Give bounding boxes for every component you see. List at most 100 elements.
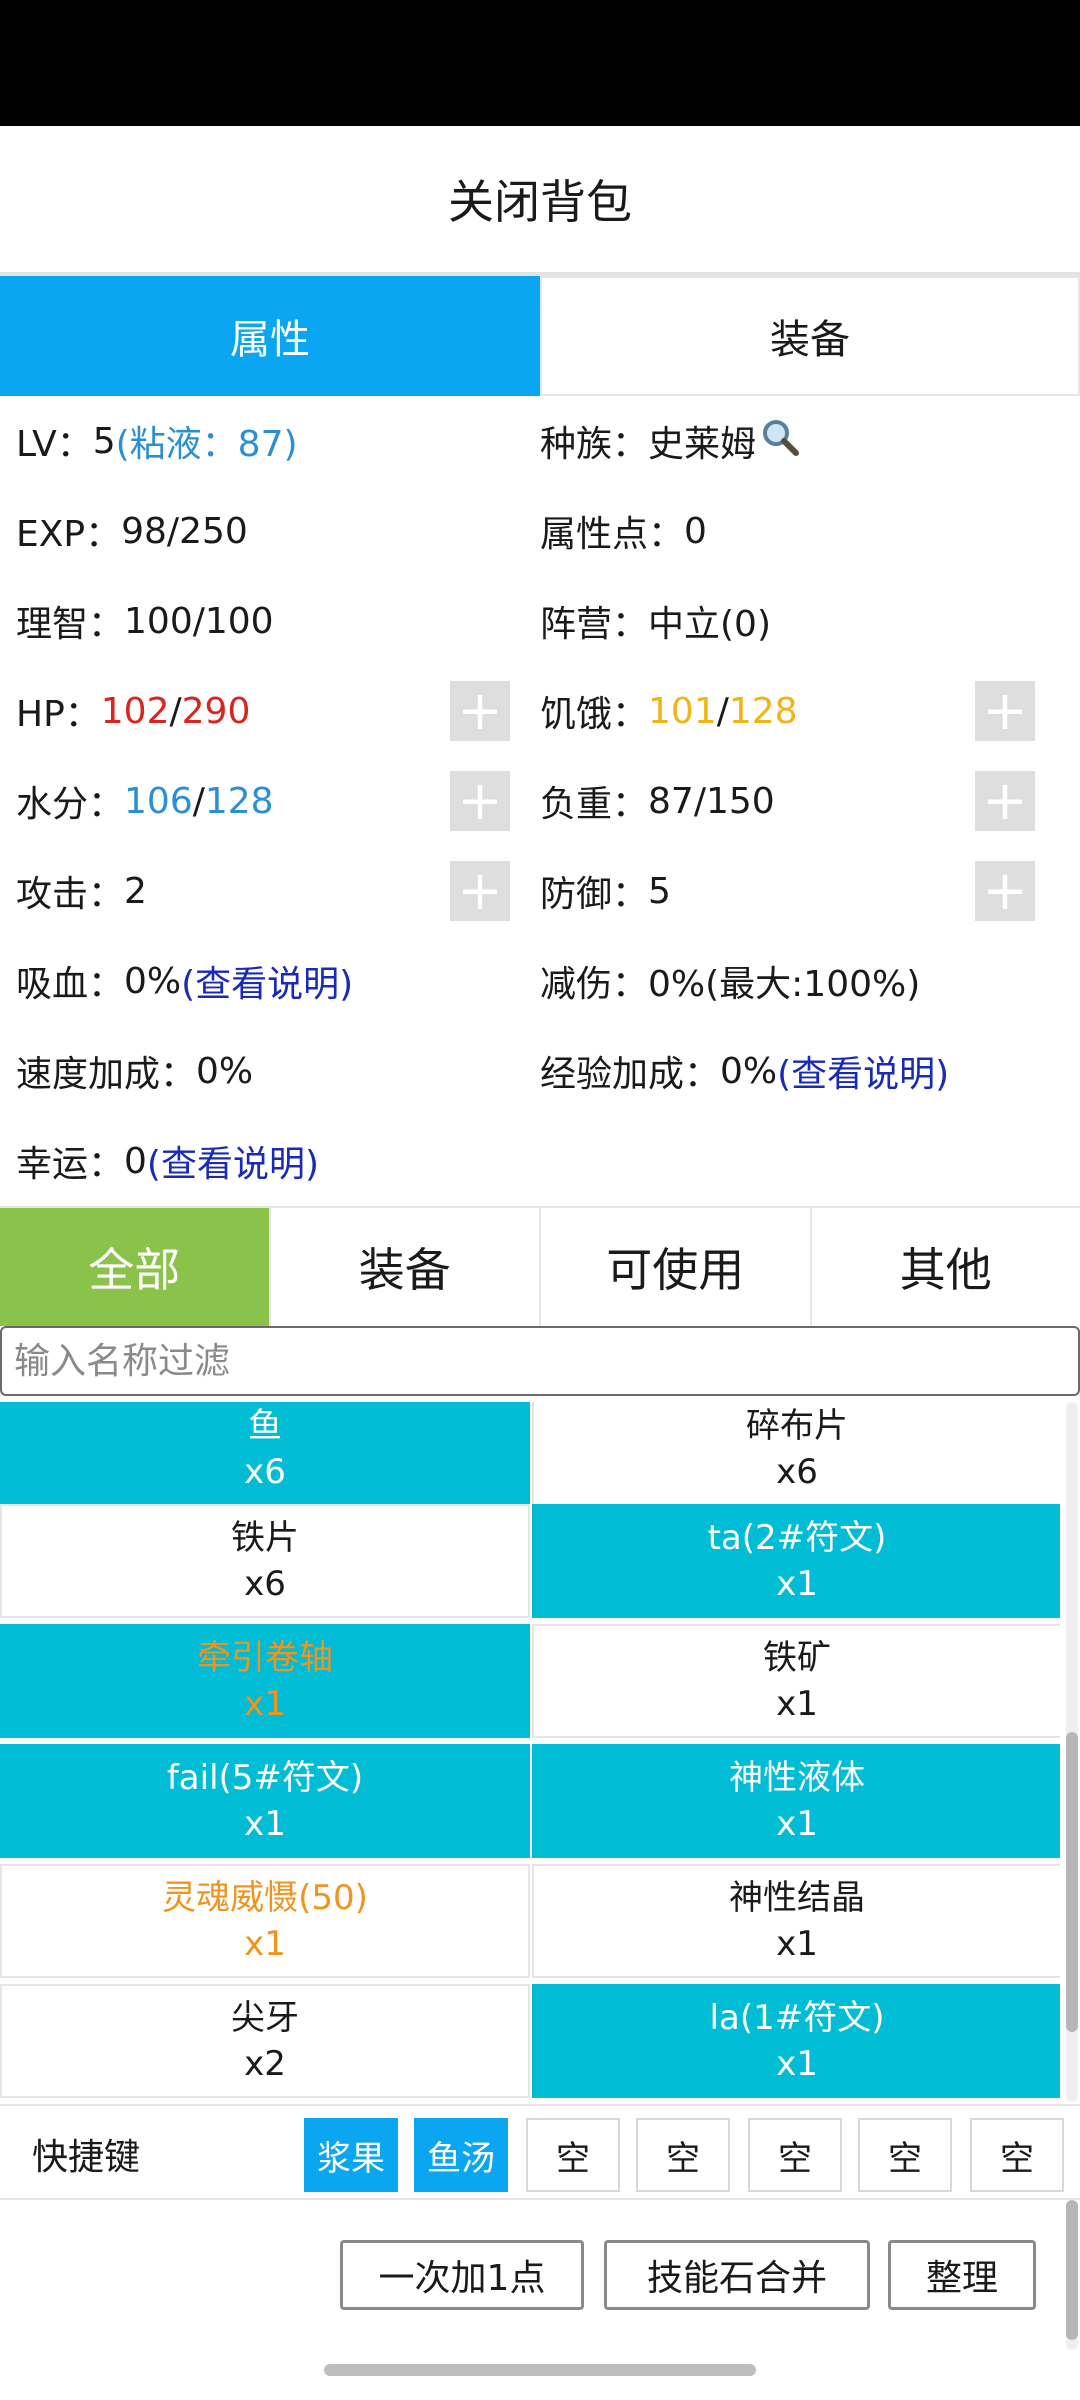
add-one-point-button[interactable]: 一次加1点 <box>340 2240 584 2310</box>
item-name: ta(2#符文) <box>707 1518 887 1558</box>
item-count: x1 <box>776 2044 818 2084</box>
add-defense-button[interactable]: + <box>975 861 1035 921</box>
item-cell[interactable]: 碎布片 x6 <box>532 1402 1060 1506</box>
scroll-thumb[interactable] <box>1066 2200 1078 2340</box>
add-load-button[interactable]: + <box>975 771 1035 831</box>
magnifier-icon[interactable] <box>760 417 800 466</box>
tab-attributes[interactable]: 属性 <box>0 276 540 396</box>
item-cell[interactable]: 神性结晶 x1 <box>532 1864 1060 1978</box>
item-cell[interactable]: 铁矿 x1 <box>532 1624 1060 1738</box>
close-bag-button[interactable]: 关闭背包 <box>0 126 1080 272</box>
item-name: 尖牙 <box>231 1998 299 2038</box>
item-cell[interactable]: 尖牙 x2 <box>0 1984 530 2098</box>
merge-skill-stone-button[interactable]: 技能石合并 <box>604 2240 870 2310</box>
item-name: fail(5#符文) <box>166 1758 364 1798</box>
exp-bonus-help-link[interactable]: (查看说明) <box>777 1045 949 1097</box>
stat-level: LV： 5 (粘液：87) <box>16 396 536 486</box>
tab-usable-label: 可使用 <box>606 1243 745 1297</box>
shortcut-label: 快捷键 <box>32 2137 141 2178</box>
add-hp-button[interactable]: + <box>450 681 510 741</box>
scroll-thumb[interactable] <box>1066 1732 1078 2032</box>
stat-damage-reduction: 减伤： 0%(最大:100%) <box>540 936 1060 1026</box>
tab-all[interactable]: 全部 <box>0 1208 271 1326</box>
shortcut-slot[interactable]: 空 <box>636 2118 730 2192</box>
stat-lifesteal: 吸血： 0% (查看说明) <box>16 936 536 1026</box>
stat-row: 理智： 100/100 阵营： 中立(0) <box>0 576 1080 666</box>
stat-speed-bonus: 速度加成： 0% <box>16 1026 536 1116</box>
item-name: 神性结晶 <box>729 1878 865 1918</box>
item-name: 牵引卷轴 <box>197 1638 333 1678</box>
item-grid: 鱼 x6 碎布片 x6 铁片 x6 ta(2#符文) x1 牵引卷轴 x1 铁矿… <box>0 1402 1060 2102</box>
hp-max: 290 <box>181 690 251 732</box>
shortcut-slot[interactable]: 鱼汤 <box>414 2118 508 2192</box>
add-hunger-button[interactable]: + <box>975 681 1035 741</box>
sort-button[interactable]: 整理 <box>888 2240 1036 2310</box>
tab-equip[interactable]: 装备 <box>270 1208 541 1326</box>
luck-help-link[interactable]: (查看说明) <box>147 1135 319 1187</box>
stat-row: 幸运： 0 (查看说明) <box>0 1116 1080 1206</box>
hunger-current: 101 <box>648 690 717 732</box>
item-cell[interactable]: 神性液体 x1 <box>532 1744 1060 1858</box>
item-scrollbar[interactable] <box>1066 1402 1078 2102</box>
shortcut-slot[interactable]: 空 <box>526 2118 620 2192</box>
stat-sanity: 理智： 100/100 <box>16 576 536 666</box>
stat-label: 属性点： <box>540 514 685 555</box>
stat-label: 攻击： <box>16 874 125 915</box>
stat-label: HP： <box>16 694 101 735</box>
stat-label: 防御： <box>540 874 649 915</box>
merge-skill-stone-label: 技能石合并 <box>646 2258 827 2299</box>
item-count: x1 <box>776 1924 818 1964</box>
stat-value: 2 <box>124 870 147 912</box>
item-count: x6 <box>776 1452 818 1492</box>
home-indicator[interactable] <box>324 2364 756 2376</box>
item-name: 鱼 <box>248 1406 282 1446</box>
add-water-button[interactable]: + <box>450 771 510 831</box>
item-cell[interactable]: 鱼 x6 <box>0 1402 530 1506</box>
separator: / <box>169 690 182 732</box>
stat-label: 经验加成： <box>540 1054 721 1095</box>
item-cell[interactable]: 灵魂威慑(50) x1 <box>0 1864 530 1978</box>
stat-label: 理智： <box>16 604 125 645</box>
stat-value: 98/250 <box>121 510 248 552</box>
tab-all-label: 全部 <box>88 1243 181 1297</box>
stats-panel: LV： 5 (粘液：87) 种族： 史莱姆 EXP： 98/250 属性点： 0 理智： 1… <box>0 396 1080 1206</box>
item-count: x1 <box>244 1924 286 1964</box>
shortcut-slot[interactable]: 浆果 <box>304 2118 398 2192</box>
item-cell[interactable]: 牵引卷轴 x1 <box>0 1624 530 1738</box>
stat-attr-points: 属性点： 0 <box>540 486 1060 576</box>
item-name: la(1#符文) <box>709 1998 885 2038</box>
tab-other[interactable]: 其他 <box>811 1208 1080 1326</box>
stat-faction: 阵营： 中立(0) <box>540 576 1060 666</box>
item-name: 铁矿 <box>763 1638 831 1678</box>
stat-label: 负重： <box>540 784 649 825</box>
item-cell[interactable]: fail(5#符文) x1 <box>0 1744 530 1858</box>
add-attack-button[interactable]: + <box>450 861 510 921</box>
item-count: x1 <box>776 1564 818 1604</box>
shortcut-bar: 快捷键 浆果 鱼汤 空 空 空 空 空 <box>0 2104 1080 2200</box>
filter-input[interactable] <box>0 1326 1080 1396</box>
stat-row: LV： 5 (粘液：87) 种族： 史莱姆 <box>0 396 1080 486</box>
stat-exp: EXP： 98/250 <box>16 486 536 576</box>
stat-row: 水分： 106/128 + 负重： 87/150 + <box>0 756 1080 846</box>
status-bar <box>0 0 1080 126</box>
page-scrollbar[interactable] <box>1066 2200 1078 2350</box>
item-cell[interactable]: 铁片 x6 <box>0 1504 530 1618</box>
stat-value: 5 <box>92 420 116 462</box>
slime-value: (粘液：87) <box>115 424 298 465</box>
shortcut-slot[interactable]: 空 <box>858 2118 952 2192</box>
stat-race: 种族： 史莱姆 <box>540 396 1060 486</box>
action-bar: 一次加1点 技能石合并 整理 <box>0 2200 1080 2350</box>
stat-label: 饥饿： <box>540 694 649 735</box>
shortcut-slot[interactable]: 空 <box>970 2118 1064 2192</box>
stat-label: 吸血： <box>16 964 125 1005</box>
item-cell[interactable]: ta(2#符文) x1 <box>532 1504 1060 1618</box>
close-bag-label: 关闭背包 <box>448 175 632 229</box>
item-cell[interactable]: la(1#符文) x1 <box>532 1984 1060 2098</box>
item-name: 碎布片 <box>746 1406 848 1446</box>
tab-usable[interactable]: 可使用 <box>541 1208 812 1326</box>
lifesteal-help-link[interactable]: (查看说明) <box>181 955 353 1007</box>
tab-equipment[interactable]: 装备 <box>540 276 1080 396</box>
shortcut-slot[interactable]: 空 <box>748 2118 842 2192</box>
stat-value: 中立(0) <box>648 604 772 645</box>
water-max: 128 <box>204 780 274 822</box>
